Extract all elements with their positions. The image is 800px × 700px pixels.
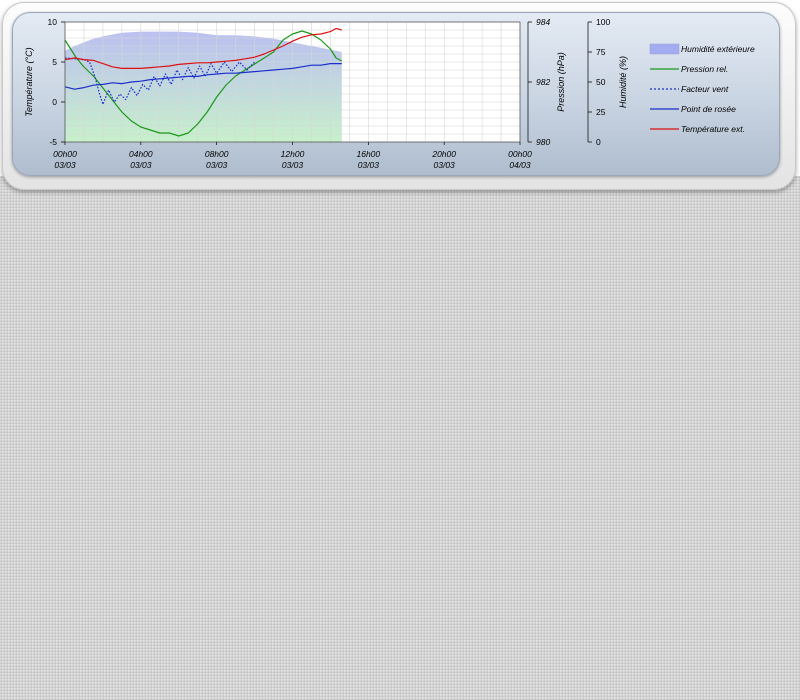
pressure-tick-label: 980 [536,137,550,147]
left-tick-label: 0 [52,97,57,107]
legend-item-dew-point: Point de rosée [650,104,736,114]
legend-label-temperature: Température ext. [681,124,745,134]
legend-item-wind-chill: Facteur vent [650,84,729,94]
x-tick-time-label: 20h00 [431,149,456,159]
pressure-tick-label: 982 [536,77,550,87]
left-tick-label: -5 [49,137,57,147]
humidity-tick-label: 25 [596,107,606,117]
left-tick-label: 5 [52,57,57,67]
x-tick-time-label: 04h00 [129,149,153,159]
x-tick-date-label: 03/03 [282,160,304,170]
legend-item-pressure: Pression rel. [650,64,728,74]
humidity-area [65,31,342,143]
humidity-axis-label: Humidité (%) [618,56,628,108]
x-tick-time-label: 12h00 [281,149,305,159]
humidity-area-layer [65,31,342,143]
pressure-axis-label: Pression (hPa) [556,52,566,112]
humidity-tick-label: 0 [596,137,601,147]
legend-label-humidity: Humidité extérieure [681,44,755,54]
x-tick-date-label: 03/03 [206,160,228,170]
legend-label-wind-chill: Facteur vent [681,84,729,94]
legend: Humidité extérieure Pression rel. Facteu… [649,43,755,134]
humidity-tick-label: 100 [596,17,610,27]
x-tick-date-label: 03/03 [130,160,152,170]
x-tick-date-label: 03/03 [434,160,456,170]
pressure-tick-label: 984 [536,17,550,27]
legend-item-humidity: Humidité extérieure [649,43,755,55]
page-background [0,176,800,700]
x-tick-time-label: 08h00 [205,149,229,159]
x-tick-time-label: 00h00 [53,149,77,159]
plot-area [64,21,521,143]
chart-panel: Température (°C) Pression (hPa) Humidité… [12,12,780,176]
x-tick-time-label: 16h00 [357,149,381,159]
legend-swatch-humidity [649,43,680,55]
left-axis-label: Température (°C) [24,47,34,116]
x-tick-date-label: 03/03 [54,160,76,170]
legend-label-dew-point: Point de rosée [681,104,736,114]
humidity-tick-label: 75 [596,47,606,57]
legend-label-pressure: Pression rel. [681,64,728,74]
x-tick-date-label: 03/03 [358,160,380,170]
weather-chart: Température (°C) Pression (hPa) Humidité… [24,17,755,170]
humidity-tick-label: 50 [596,77,606,87]
x-tick-time-label: 00h00 [508,149,532,159]
left-tick-label: 10 [48,17,58,27]
legend-item-temperature: Température ext. [650,124,745,134]
x-tick-date-label: 04/03 [509,160,531,170]
